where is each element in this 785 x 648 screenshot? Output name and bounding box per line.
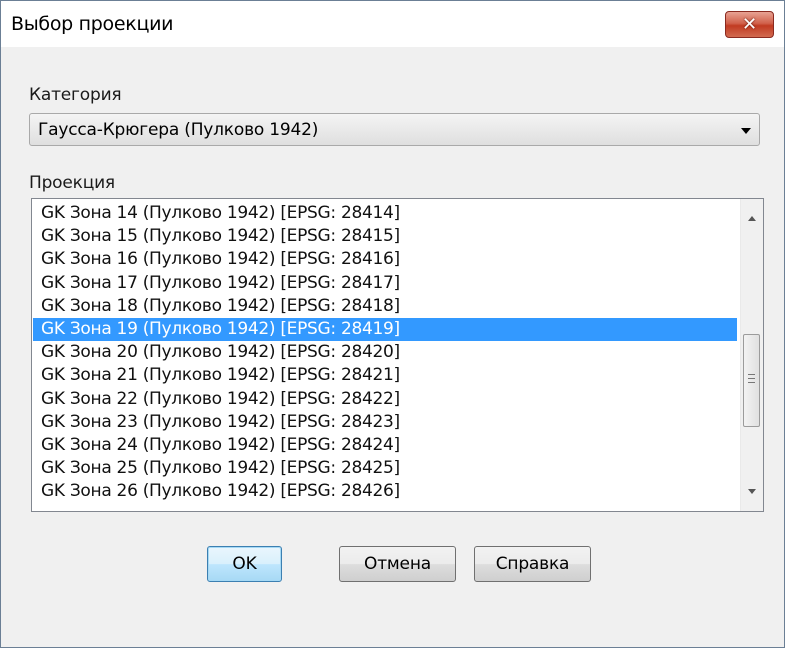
- list-item[interactable]: GK Зона 22 (Пулково 1942) [EPSG: 28422]: [33, 388, 737, 411]
- list-item[interactable]: GK Зона 19 (Пулково 1942) [EPSG: 28419]: [33, 317, 737, 342]
- grip-line-icon: [748, 378, 755, 379]
- title-bar: Выбор проекции ✕: [1, 1, 784, 47]
- scroll-down-arrow-icon[interactable]: [748, 489, 756, 494]
- list-item[interactable]: GK Зона 15 (Пулково 1942) [EPSG: 28415]: [33, 225, 737, 248]
- close-button[interactable]: ✕: [725, 11, 774, 38]
- window-title: Выбор проекции: [11, 13, 174, 35]
- scrollbar-thumb[interactable]: [743, 334, 760, 427]
- close-icon: ✕: [741, 14, 758, 35]
- grip-line-icon: [748, 382, 755, 383]
- list-item[interactable]: GK Зона 17 (Пулково 1942) [EPSG: 28417]: [33, 272, 737, 295]
- list-item[interactable]: GK Зона 20 (Пулково 1942) [EPSG: 28420]: [33, 341, 737, 364]
- projection-list-items: GK Зона 14 (Пулково 1942) [EPSG: 28414] G…: [33, 202, 737, 503]
- list-item[interactable]: GK Зона 24 (Пулково 1942) [EPSG: 28424]: [33, 434, 737, 457]
- list-item[interactable]: GK Зона 21 (Пулково 1942) [EPSG: 28421]: [33, 364, 737, 387]
- help-button[interactable]: Справка: [474, 546, 591, 582]
- category-selected-value: Гаусса-Крюгера (Пулково 1942): [38, 120, 319, 140]
- scroll-up-arrow-icon[interactable]: [748, 216, 756, 221]
- ok-button[interactable]: OK: [207, 546, 282, 582]
- list-item[interactable]: GK Зона 18 (Пулково 1942) [EPSG: 28418]: [33, 295, 737, 318]
- category-label: Категория: [29, 85, 122, 105]
- list-item[interactable]: GK Зона 14 (Пулково 1942) [EPSG: 28414]: [33, 202, 737, 225]
- projection-label: Проекция: [29, 173, 115, 193]
- chevron-down-icon[interactable]: [741, 128, 751, 134]
- projection-list[interactable]: GK Зона 14 (Пулково 1942) [EPSG: 28414] G…: [31, 198, 764, 512]
- vertical-scrollbar[interactable]: [740, 199, 763, 511]
- grip-line-icon: [748, 374, 755, 375]
- cancel-button[interactable]: Отмена: [339, 546, 456, 582]
- list-item[interactable]: GK Зона 16 (Пулково 1942) [EPSG: 28416]: [33, 248, 737, 271]
- list-item[interactable]: GK Зона 26 (Пулково 1942) [EPSG: 28426]: [33, 480, 737, 503]
- projection-dialog: Выбор проекции ✕ Категория Гаусса-Крюгер…: [0, 0, 785, 648]
- category-dropdown[interactable]: Гаусса-Крюгера (Пулково 1942): [29, 113, 760, 146]
- list-item[interactable]: GK Зона 23 (Пулково 1942) [EPSG: 28423]: [33, 411, 737, 434]
- list-item[interactable]: GK Зона 25 (Пулково 1942) [EPSG: 28425]: [33, 457, 737, 480]
